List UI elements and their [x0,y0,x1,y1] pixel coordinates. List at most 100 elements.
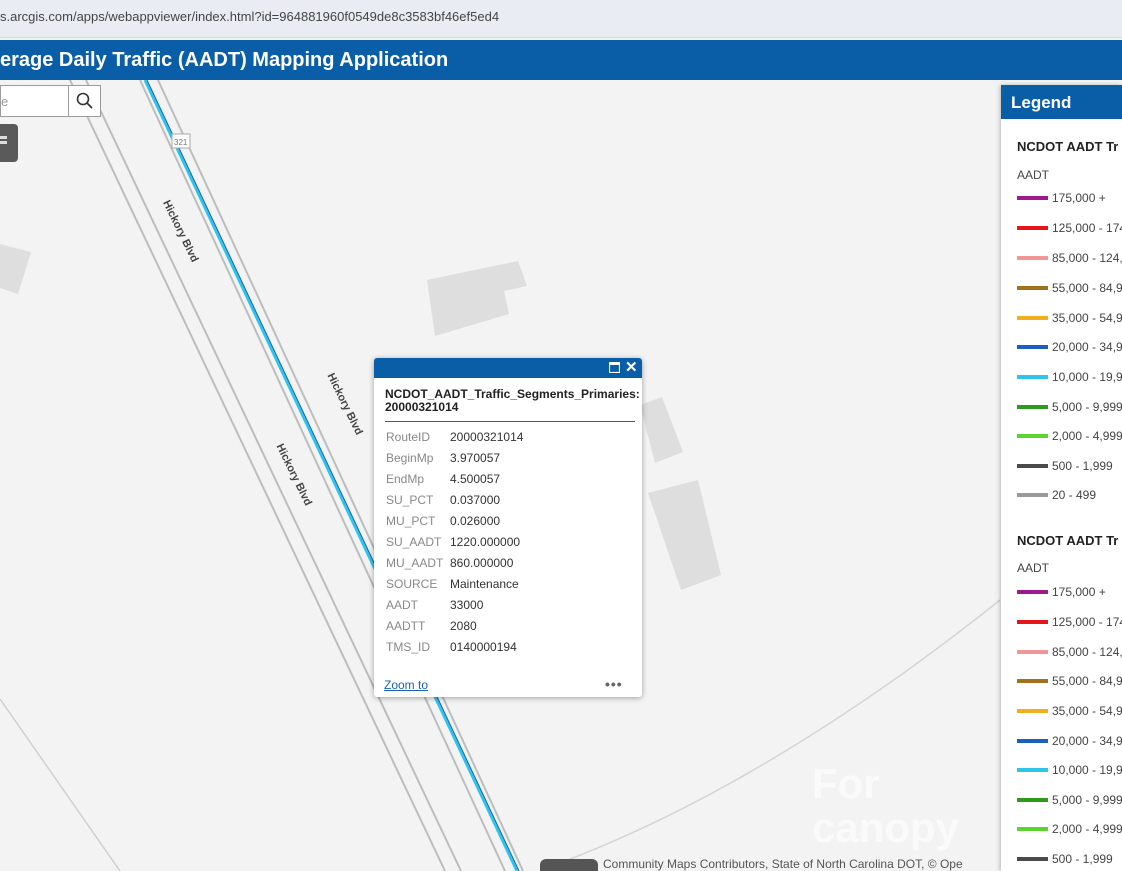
zoom-to-link[interactable]: Zoom to [384,678,428,692]
attribute-key: MU_AADT [386,556,444,570]
building [427,261,527,336]
legend-swatch [1017,405,1048,409]
legend-swatch [1017,434,1048,438]
legend-swatch [1017,590,1048,594]
search-input[interactable]: e [1,86,69,116]
legend-swatch [1017,196,1048,200]
attribute-value: 2080 [450,619,477,633]
building [648,480,721,590]
attribute-key: SOURCE [386,577,438,591]
building [0,244,31,294]
attribute-row: AADT 33000 [386,597,636,618]
attribute-row: EndMp 4.500057 [386,471,636,492]
attribute-key: MU_PCT [386,514,436,528]
legend-item-label: 20 - 499 [1052,488,1097,502]
attribute-row: RouteID 20000321014 [386,429,636,450]
legend-swatch [1017,798,1048,802]
attribute-value: 3.970057 [450,451,501,465]
layer-list-icon [0,136,7,144]
popup-attributes: RouteID 20000321014 BeginMp 3.970057 EndMp… [386,429,636,660]
attribute-key: BeginMp [386,451,434,465]
legend-item-label: 5,000 - 9,999 [1052,400,1122,414]
legend-item-label: 85,000 - 124, [1052,645,1122,659]
attribute-key: AADTT [386,619,426,633]
legend-panel: Legend NCDOT AADT Tr AADT 175,000 + 125,… [1001,85,1122,871]
legend-item-label: 20,000 - 34,9 [1052,340,1122,354]
close-icon[interactable]: ✕ [625,360,638,375]
legend-title: Legend [1011,93,1072,112]
legend-swatch [1017,679,1048,683]
attribute-value: Maintenance [450,577,519,591]
legend-swatch [1017,620,1048,624]
attribute-row: SU_PCT 0.037000 [386,492,636,513]
search-widget[interactable]: e [0,85,101,117]
legend-field-label: AADT [1017,561,1050,575]
attribute-row: SU_AADT 1220.000000 [386,534,636,555]
legend-item-label: 125,000 - 174 [1052,615,1122,629]
feature-popup[interactable]: ✕ NCDOT_AADT_Traffic_Segments_Primaries:… [374,358,642,697]
legend-swatch [1017,709,1048,713]
attribute-key: RouteID [386,430,431,444]
legend-item-label: 5,000 - 9,999 [1052,793,1122,807]
attribute-value: 4.500057 [450,472,501,486]
attribute-value: 1220.000000 [450,535,521,549]
legend-swatch [1017,345,1048,349]
legend-item-label: 175,000 + [1052,585,1106,599]
attribute-row: BeginMp 3.970057 [386,450,636,471]
attribute-value: 860.000000 [450,556,514,570]
attribute-value: 33000 [450,598,484,612]
legend-item-label: 85,000 - 124, [1052,251,1122,265]
attribute-row: AADTT 2080 [386,618,636,639]
legend-item-label: 2,000 - 4,999 [1052,429,1122,443]
attribute-value: 0.026000 [450,514,501,528]
attribute-key: SU_AADT [386,535,442,549]
watermark-text: For canopy [812,760,960,851]
attribute-value: 0140000194 [450,640,517,654]
legend-swatch [1017,857,1048,861]
building [640,397,683,463]
app-header: erage Daily Traffic (AADT) Mapping Appli… [0,40,1122,80]
attribute-value: 0.037000 [450,493,501,507]
legend-swatch [1017,493,1048,497]
attribute-row: TMS_ID 0140000194 [386,639,636,660]
attribute-key: AADT [386,598,419,612]
url-text[interactable]: s.arcgis.com/apps/webappviewer/index.htm… [0,9,499,24]
road-label: Hickory Blvd [274,442,314,508]
legend-item-label: 20,000 - 34,9 [1052,734,1122,748]
legend-item-label: 35,000 - 54,9 [1052,704,1122,718]
legend-layer-title: NCDOT AADT Tr [1017,139,1119,154]
maximize-icon[interactable] [609,362,620,373]
legend-swatch [1017,650,1048,654]
legend-swatch [1017,316,1048,320]
legend-swatch [1017,226,1048,230]
map-tool-button[interactable] [0,124,18,162]
legend-item-label: 2,000 - 4,999 [1052,822,1122,836]
esri-logo-icon [540,859,598,871]
legend-layer-title: NCDOT AADT Tr [1017,533,1119,548]
legend-item-label: 10,000 - 19,9 [1052,763,1122,777]
road-label: Hickory Blvd [325,371,365,437]
legend-item-label: 500 - 1,999 [1052,459,1113,473]
legend-header: Legend [1001,85,1122,119]
attribute-key: TMS_ID [386,640,431,654]
more-options-button[interactable]: ••• [605,676,623,692]
attribute-key: EndMp [386,472,425,486]
legend-swatch [1017,464,1048,468]
legend-item-label: 35,000 - 54,9 [1052,311,1122,325]
legend-swatch [1017,827,1048,831]
popup-title: NCDOT_AADT_Traffic_Segments_Primaries: 2… [385,387,640,414]
legend-item-label: 55,000 - 84,9 [1052,674,1122,688]
road-label: Hickory Blvd [160,198,200,264]
attribute-key: SU_PCT [386,493,434,507]
watermark: For canopy [812,762,959,850]
attribution-text: Community Maps Contributors, State of No… [603,857,963,871]
popup-header: ✕ [374,358,642,378]
attribute-row: SOURCE Maintenance [386,576,636,597]
legend-field-label: AADT [1017,168,1050,182]
route-shield-label: 321 [174,138,188,147]
browser-address-bar[interactable]: s.arcgis.com/apps/webappviewer/index.htm… [0,0,1122,38]
attribute-row: MU_AADT 860.000000 [386,555,636,576]
legend-swatch [1017,739,1048,743]
search-button[interactable] [69,86,101,116]
legend-swatch [1017,375,1048,379]
